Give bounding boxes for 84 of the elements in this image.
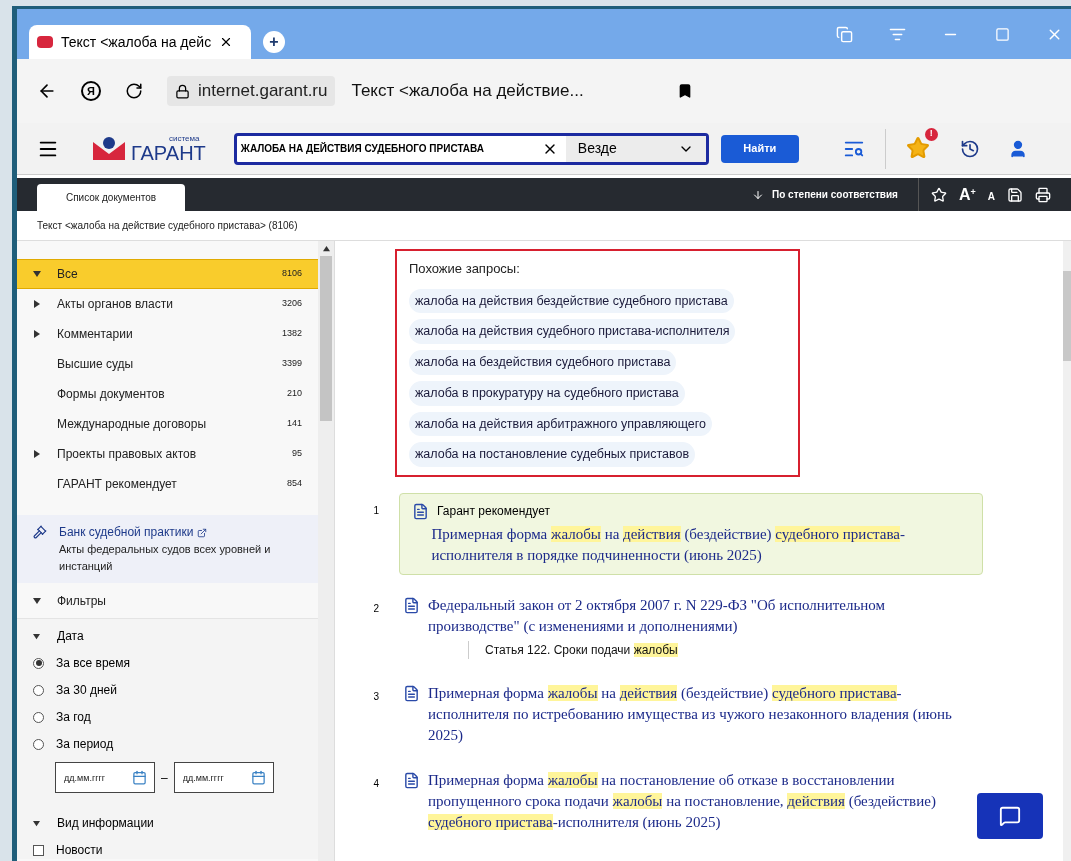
calendar-icon[interactable] [132,770,147,785]
court-practice-description: Акты федеральных судов всех уровней и инстанций [59,542,272,574]
document-link[interactable]: Федеральный закон от 2 октября 2007 г. N 229-ФЗ "Об исполнительном производстве" (с изменениями и дополнениями) [428,595,979,637]
result-number: 4 [372,777,379,791]
court-practice-link[interactable]: Банк судебной практики [59,523,299,541]
similar-queries-title: Похожие запросы: [409,260,520,278]
caret-down-icon[interactable] [33,819,40,827]
query-chip[interactable]: жалоба в прокуратуру на судебного пристава [409,380,685,406]
yandex-icon[interactable]: Я [81,81,101,101]
date-radio-option[interactable]: За период [33,735,318,753]
chat-icon [999,805,1021,827]
range-dash: – [161,769,168,787]
favorites-icon[interactable] [905,135,930,160]
document-icon [412,502,429,520]
browser-tab[interactable]: Текст <жалоба на дейс [29,25,251,59]
scrollbar[interactable] [318,241,334,861]
query-chip[interactable]: жалоба на действия судебного пристава-исполнителя [409,319,736,344]
query-chip[interactable]: жалоба на действия бездействие судебного пристава [409,288,734,314]
date-radio-option[interactable]: За год [33,708,318,726]
scrollbar[interactable] [1063,241,1071,861]
caret-right-icon[interactable] [33,450,41,458]
filters-heading: Фильтры [57,592,106,610]
result-number: 2 [372,602,379,616]
caret-down-icon[interactable] [33,632,40,640]
query-chip[interactable]: жалоба на бездействия судебного пристава [409,350,677,375]
category-item[interactable]: Высшие суды 3399 [17,349,318,379]
caret-down-icon[interactable] [33,270,41,278]
recommended-label: Гарант рекомендует [437,503,550,520]
category-item[interactable]: Все 8106 [17,259,318,289]
font-decrease-button[interactable]: A [987,189,995,204]
document-icon [403,772,420,789]
documents-tab[interactable]: Список документов [37,184,185,211]
article-link[interactable]: Статья 122. Сроки подачи жалобы [468,641,979,659]
find-button[interactable]: Найти [720,134,799,163]
arrow-down-icon [752,188,765,201]
document-link[interactable]: Примерная форма жалобы на действия (бездействие) судебного пристава-исполнителя по истребованию имущества из чужого незаконного владения (июнь 2025) [428,683,979,746]
date-heading: Дата [57,628,84,645]
info-type-heading: Вид информации [57,815,154,832]
reload-icon[interactable] [125,82,143,100]
page-title: Текст <жалоба на действие... [351,80,585,103]
print-icon[interactable] [1035,186,1051,203]
star-icon[interactable] [930,186,947,203]
scrollbar-thumb[interactable] [320,256,332,421]
category-item[interactable]: Проекты правовых актов 95 [17,439,318,469]
garant-logo[interactable]: система ГАРАНТ [91,134,206,163]
font-increase-button[interactable]: A$^{+}$ [958,182,976,207]
category-item[interactable]: Международные договоры 141 [17,409,318,439]
history-icon[interactable] [959,138,980,159]
scope-dropdown[interactable]: Везде [565,135,706,162]
scroll-up-icon[interactable] [322,245,330,252]
document-link[interactable]: Примерная форма жалобы на действия (бездействие) судебного пристава-исполнителя в порядке подчиненности (июнь 2025) [431,524,970,566]
court-practice-panel[interactable]: Банк судебной практики Акты федеральных судов всех уровней и инстанций [17,515,318,583]
category-item[interactable]: ГАРАНТ рекомендует 854 [17,469,318,499]
category-item[interactable]: Акты органов власти 3206 [17,289,318,319]
date-radio-option[interactable]: За все время [33,654,318,672]
breadcrumb-text: Текст <жалоба на действие судебного пристава> (8106) [37,219,298,233]
gavel-icon [33,525,47,539]
tab-title: Текст <жалоба на дейс [61,32,212,52]
chat-button[interactable] [977,793,1043,839]
info-type-checkbox[interactable]: Новости [33,841,318,859]
lock-icon [175,83,190,99]
external-link-icon [196,527,207,538]
result-number: 1 [372,504,379,518]
document-link[interactable]: Примерная форма жалобы на постановление об отказе в восстановлении пропущенного срока подачи жалобы на постановление, действия (бездействие) судебного пристава-исполнителя (июнь 2025) [428,770,979,833]
query-chip[interactable]: жалоба на действия арбитражного управляющего [409,411,713,437]
save-icon[interactable] [1007,186,1023,203]
category-item[interactable]: Комментарии 1382 [17,319,318,349]
caret-right-icon[interactable] [33,330,41,338]
date-radio-option[interactable]: За 30 дней [33,681,318,699]
notification-badge: ! [924,127,938,141]
caret-down-icon[interactable] [33,596,41,605]
url-field[interactable]: internet.garant.ru [167,76,336,106]
result-number: 3 [372,690,379,704]
document-icon [403,597,420,614]
sort-button[interactable]: По степени соответствия [752,178,918,211]
document-icon [403,685,420,702]
caret-right-icon[interactable] [33,300,41,308]
calendar-icon[interactable] [250,770,266,785]
category-item[interactable]: Формы документов 210 [17,379,318,409]
date-from-field[interactable]: дд.мм.гггг [55,762,155,793]
search-field[interactable]: ЖАЛОБА НА ДЕЙСТВИЯ СУДЕБНОГО ПРИСТАВА Везде [233,132,709,165]
new-tab-button[interactable]: + [263,31,285,53]
date-to-field[interactable]: дд.мм.гггг [173,762,274,793]
query-chip[interactable]: жалоба на постановление судебных приставов [409,442,696,467]
